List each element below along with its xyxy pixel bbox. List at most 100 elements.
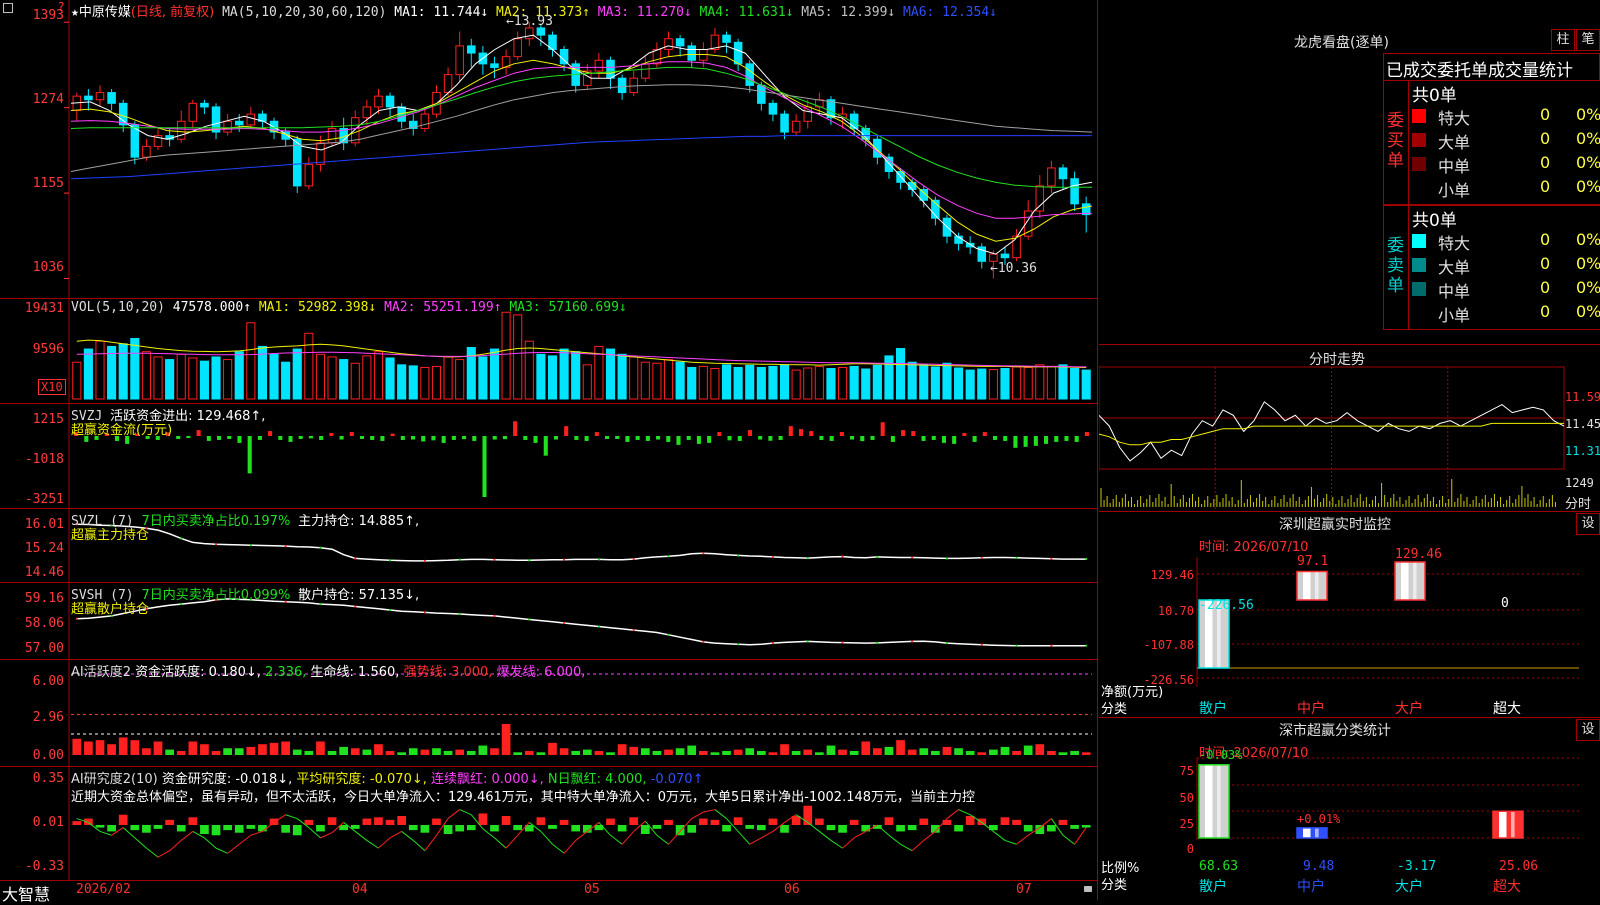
szc-bar-highlight [1205, 764, 1213, 838]
sell-block: 委卖单 共0单 特大 0 0% 大单 0 0% 中单 0 0% 小单 0 0% [1383, 205, 1600, 330]
research-line-seg [621, 831, 635, 845]
szc-bottom-label: 25.06 [1499, 859, 1539, 874]
fenshi-panel[interactable]: 分时走势 11.59 11.45 11.31 1249 分时 [1099, 345, 1600, 512]
szc-top-label: +0.01% [1297, 812, 1341, 826]
fund-flow-bar [1044, 436, 1049, 444]
candle-body [292, 138, 302, 187]
buy-color-swatch [1412, 109, 1426, 123]
research-line-seg [146, 847, 159, 858]
szc-cat: 大户 [1395, 879, 1423, 895]
activity-bar [675, 748, 685, 755]
volume-bar [988, 369, 998, 400]
volume-bar [489, 348, 500, 400]
buy-color-swatch [1412, 133, 1426, 147]
volume-bar [710, 368, 720, 400]
holding-dot [737, 643, 740, 646]
volume-bar [930, 366, 940, 400]
activity-bar [559, 748, 569, 755]
fund-flow-bar [911, 431, 916, 436]
research-bar [420, 825, 430, 833]
szm-bar-highlight [1315, 571, 1319, 600]
buy-row: 小单 0 0% [1412, 177, 1600, 200]
szm-cat: 超大 [1493, 701, 1521, 717]
fenshi-chart[interactable] [1099, 345, 1600, 511]
candle-body [107, 92, 116, 104]
ma3-value: MA3: 11.270↓ [597, 5, 692, 20]
holding-dot [911, 556, 914, 559]
research-line-seg [424, 834, 437, 852]
research-bar [200, 825, 209, 834]
buy-count: 0 [1540, 153, 1551, 172]
fund-flow-bar [441, 436, 446, 443]
volume-bar [339, 359, 349, 400]
ai2-name: AI研究度2(10) [71, 772, 158, 787]
fund-flow-bar [676, 436, 681, 445]
pen-mode-button[interactable]: 笔 [1576, 29, 1600, 51]
fund-flow-bar [737, 436, 742, 441]
holding-dot [1015, 644, 1018, 647]
research-bar [490, 825, 499, 832]
svsh-y-label: 59.16 [24, 591, 64, 606]
activity-bar [524, 750, 534, 755]
star-icon[interactable]: ★ [71, 5, 79, 20]
holding-dot [1085, 558, 1088, 561]
activity-bar [234, 748, 244, 755]
holding-dot [1015, 556, 1018, 559]
svzj-panel[interactable]: SVZJ 活跃资金进出: 129.468↑, 超赢资金流(万元) 1215 -1… [0, 404, 1098, 509]
holding-dot [1050, 557, 1053, 560]
lhb-tab[interactable]: 已成交委托单成交量统计 [1383, 53, 1600, 81]
svsh-panel[interactable]: SVSH (7) 7日内买卖净占比0.099% 散户持仓: 57.135↓, 超… [0, 583, 1098, 660]
fund-flow-bar [257, 436, 262, 440]
kline-panel[interactable]: ? ★中原传媒(日线, 前复权) MA(5,10,20,30,60,120) M… [0, 0, 1098, 299]
sell-pct: 0% [1576, 278, 1600, 297]
sz-monitor-panel[interactable]: 深圳超赢实时监控 设 时间: 2026/07/10 129.46 10.70 -… [1099, 512, 1600, 718]
lhb-title: 龙虎看盘(逐单) [1294, 35, 1389, 51]
ai2-comment: 近期大资金总体偏空，虽有异动，但不太活跃，今日大单净流入：129.461万元，其… [71, 790, 976, 805]
candle-body [95, 92, 105, 101]
buy-row: 大单 0 0% [1412, 129, 1600, 152]
candle-body [768, 102, 778, 115]
holding-dot [597, 558, 600, 561]
lock-icon[interactable] [1084, 886, 1092, 892]
volume-panel[interactable]: VOL(5,10,20) 47578.000↑ MA1: 52982.398↓ … [0, 299, 1098, 404]
volume-bar [582, 364, 592, 400]
research-bar [977, 818, 987, 825]
research-bar [501, 816, 511, 825]
holding-dot [911, 640, 914, 643]
holding-dot [876, 641, 879, 644]
research-bar [698, 818, 708, 825]
research-line-seg [99, 830, 112, 836]
candle-body [443, 74, 453, 94]
holding-dot [249, 544, 252, 547]
activity-bar [873, 748, 882, 755]
sz-class-panel[interactable]: 深市超赢分类统计 设 时间: 2026/07/10 75 50 25 0 比例%… [1099, 718, 1600, 900]
ai-research-panel[interactable]: AI研究度2(10) 资金研究度: -0.018↓, 平均研究度: -0.070… [0, 767, 1098, 881]
ai-activity-panel[interactable]: AI活跃度2 资金活跃度: 0.180↓, 2.336, 生命线: 1.560,… [0, 660, 1098, 767]
svzj-y-label: 1215 [32, 412, 64, 427]
kline-y-label: 1155 [32, 176, 64, 191]
activity-bar [1000, 746, 1010, 755]
lhb-panel[interactable]: 龙虎看盘(逐单) 柱 笔 已成交委托单成交量统计 委买单 共0单 特大 0 0% 大单… [1099, 0, 1600, 345]
szm-bar-highlight [1413, 562, 1417, 600]
fund-flow-bar [196, 430, 201, 436]
research-line-seg [204, 837, 217, 849]
holding-dot [319, 603, 322, 606]
candle-body [757, 84, 766, 104]
x-label: 04 [352, 882, 368, 897]
fund-flow-bar [850, 436, 855, 440]
candle-body [142, 145, 151, 158]
vol-unit-badge[interactable]: X10 [38, 379, 66, 395]
volume-bar [640, 361, 650, 400]
buy-name: 特大 [1438, 109, 1471, 128]
candle-body [536, 27, 546, 36]
svzl-panel[interactable]: SVZL (7) 7日内买卖净占比0.197% 主力持仓: 14.885↑, 超… [0, 509, 1098, 583]
svsh-subtitle: 超赢散户持仓 [71, 602, 150, 617]
szc-cat: 超大 [1493, 879, 1521, 895]
kline-chart[interactable] [0, 0, 1098, 298]
fund-flow-bar [707, 436, 712, 443]
svzl-y-label: 15.24 [24, 541, 64, 556]
holding-dot [597, 625, 600, 628]
left-chart-area[interactable]: ? ★中原传媒(日线, 前复权) MA(5,10,20,30,60,120) M… [0, 0, 1098, 904]
bar-mode-button[interactable]: 柱 [1551, 29, 1575, 51]
holding-dot [876, 555, 879, 558]
